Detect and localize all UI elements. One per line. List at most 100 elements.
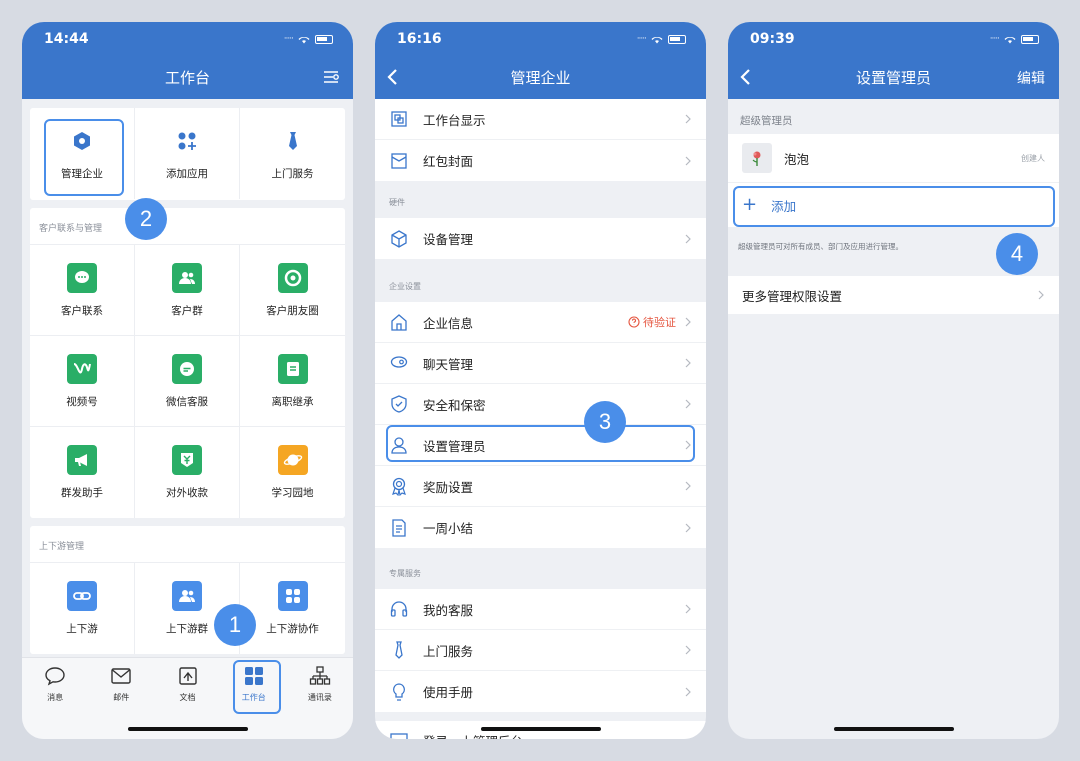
app-customer-group[interactable]: 客户群 [135, 245, 240, 336]
step-badge-2: 2 [125, 198, 167, 240]
step-badge-3: 3 [584, 401, 626, 443]
app-resignation-handover[interactable]: 离职继承 [240, 336, 345, 427]
payment-icon [181, 453, 193, 467]
envelope-icon [391, 152, 407, 169]
medal-icon [392, 477, 406, 496]
signal-icon: ····· [283, 34, 294, 44]
wifi-icon [651, 36, 663, 43]
group-icon [179, 271, 195, 284]
status-time: 14:44 [44, 31, 89, 47]
add-apps-icon [178, 132, 196, 150]
page-title: 管理企业 [510, 69, 571, 87]
exclusive-service-group: 我的客服 上门服务 使用手册 [375, 589, 706, 712]
chevron-right-icon [1038, 290, 1044, 300]
admin-row[interactable]: 泡泡 创建人 [728, 134, 1059, 183]
question-circle-icon [628, 316, 640, 328]
row-user-manual[interactable]: 使用手册 [375, 671, 706, 712]
section-title: 上下游管理 [39, 542, 85, 552]
chevron-right-icon [685, 317, 691, 327]
battery-icon [315, 34, 333, 44]
row-chat-management[interactable]: 聊天管理 [375, 343, 706, 384]
settings-sliders-icon[interactable] [323, 70, 339, 84]
message-icon [45, 667, 65, 686]
bulb-icon [393, 682, 405, 701]
tab-contacts[interactable]: 通讯录 [287, 666, 353, 739]
hardware-group: 设备管理 [375, 218, 706, 259]
chevron-right-icon [685, 523, 691, 532]
app-external-payment[interactable]: 对外收款 [135, 427, 240, 518]
tie-icon [288, 132, 297, 150]
customer-section: 客户联系与管理 客户联系 客户群 客户朋友圈 视频号 微信客服 离职继承 群发助… [30, 208, 345, 518]
link-icon [73, 592, 91, 600]
app-broadcast-assistant[interactable]: 群发助手 [30, 427, 135, 518]
wifi-icon [1004, 36, 1016, 43]
upstream-section: 上下游管理 上下游 上下游群 上下游协作 [30, 526, 345, 654]
app-customer-moments[interactable]: 客户朋友圈 [240, 245, 345, 336]
row-workbench-display[interactable]: 工作台显示 [375, 99, 706, 140]
group-title-hardware: 硬件 [389, 198, 405, 207]
chevron-right-icon [685, 358, 691, 368]
tab-messages[interactable]: 消息 [22, 666, 88, 739]
app-learning-garden[interactable]: 学习园地 [240, 427, 345, 518]
highlight-manage-enterprise [44, 119, 124, 196]
phone-set-admin: 09:39 ····· 设置管理员 编辑 超级管理员 泡泡 创建人 + 添加 超… [728, 22, 1059, 739]
shield-icon [391, 395, 407, 413]
cube-icon [391, 229, 407, 248]
row-more-permissions[interactable]: 更多管理权限设置 [728, 276, 1059, 314]
chevron-right-icon [685, 399, 691, 409]
mail-icon [111, 668, 131, 684]
moments-icon [284, 269, 301, 286]
status-bar: 09:39 ····· [728, 22, 1059, 56]
app-upstream[interactable]: 上下游 [30, 563, 135, 654]
status-bar: 16:16 ····· [375, 22, 706, 56]
flower-avatar-icon [752, 151, 761, 166]
home-indicator [480, 727, 601, 731]
tie-icon [395, 641, 403, 659]
app-customer-contact[interactable]: 客户联系 [30, 245, 135, 336]
highlight-workbench-tab [233, 660, 281, 714]
row-onsite-service[interactable]: 上门服务 [375, 630, 706, 671]
app-add-application[interactable]: 添加应用 [135, 108, 240, 199]
nav-bar: 管理企业 [375, 56, 706, 99]
verify-status[interactable]: 待验证 [628, 314, 676, 330]
report-icon [392, 518, 406, 537]
chat-bubble-icon [75, 270, 89, 283]
admin-role: 创建人 [1021, 153, 1045, 163]
monitor-icon [390, 733, 408, 739]
highlight-add-admin [733, 186, 1055, 227]
back-icon[interactable] [383, 67, 403, 87]
edit-button[interactable]: 编辑 [1017, 68, 1045, 88]
row-reward-settings[interactable]: 奖励设置 [375, 466, 706, 507]
signal-icon: ····· [636, 34, 647, 44]
status-bar: 14:44 ····· [22, 22, 353, 56]
row-weekly-summary[interactable]: 一周小结 [375, 507, 706, 548]
status-time: 09:39 [750, 31, 795, 47]
highlight-set-admin [386, 425, 695, 462]
service-icon [180, 361, 194, 376]
app-onsite-service[interactable]: 上门服务 [240, 108, 345, 199]
chevron-right-icon [685, 687, 691, 696]
admin-name: 泡泡 [784, 151, 810, 167]
avatar [742, 143, 772, 173]
step-badge-4: 4 [996, 233, 1038, 275]
status-time: 16:16 [397, 31, 442, 47]
row-red-packet-cover[interactable]: 红包封面 [375, 140, 706, 181]
app-upstream-collab[interactable]: 上下游协作 [240, 563, 345, 654]
megaphone-icon [75, 454, 87, 466]
nav-bar: 工作台 [22, 56, 353, 99]
row-enterprise-info[interactable]: 企业信息 待验证 [375, 302, 706, 343]
page-title: 设置管理员 [855, 69, 931, 87]
wifi-icon [298, 36, 310, 43]
row-security[interactable]: 安全和保密 [375, 384, 706, 425]
contacts-icon [309, 666, 331, 685]
home-indicator [127, 727, 248, 731]
app-wechat-service[interactable]: 微信客服 [135, 336, 240, 427]
phone-workbench: 14:44 ····· 工作台 管理企业 添加应用 上门服务 客户联系与管理 客… [22, 22, 353, 739]
row-device-management[interactable]: 设备管理 [375, 218, 706, 259]
channels-icon [73, 362, 91, 373]
nav-bar: 设置管理员 编辑 [728, 56, 1059, 99]
row-my-service[interactable]: 我的客服 [375, 589, 706, 630]
grid-icon [285, 589, 300, 603]
back-icon[interactable] [736, 67, 756, 87]
app-channels[interactable]: 视频号 [30, 336, 135, 427]
